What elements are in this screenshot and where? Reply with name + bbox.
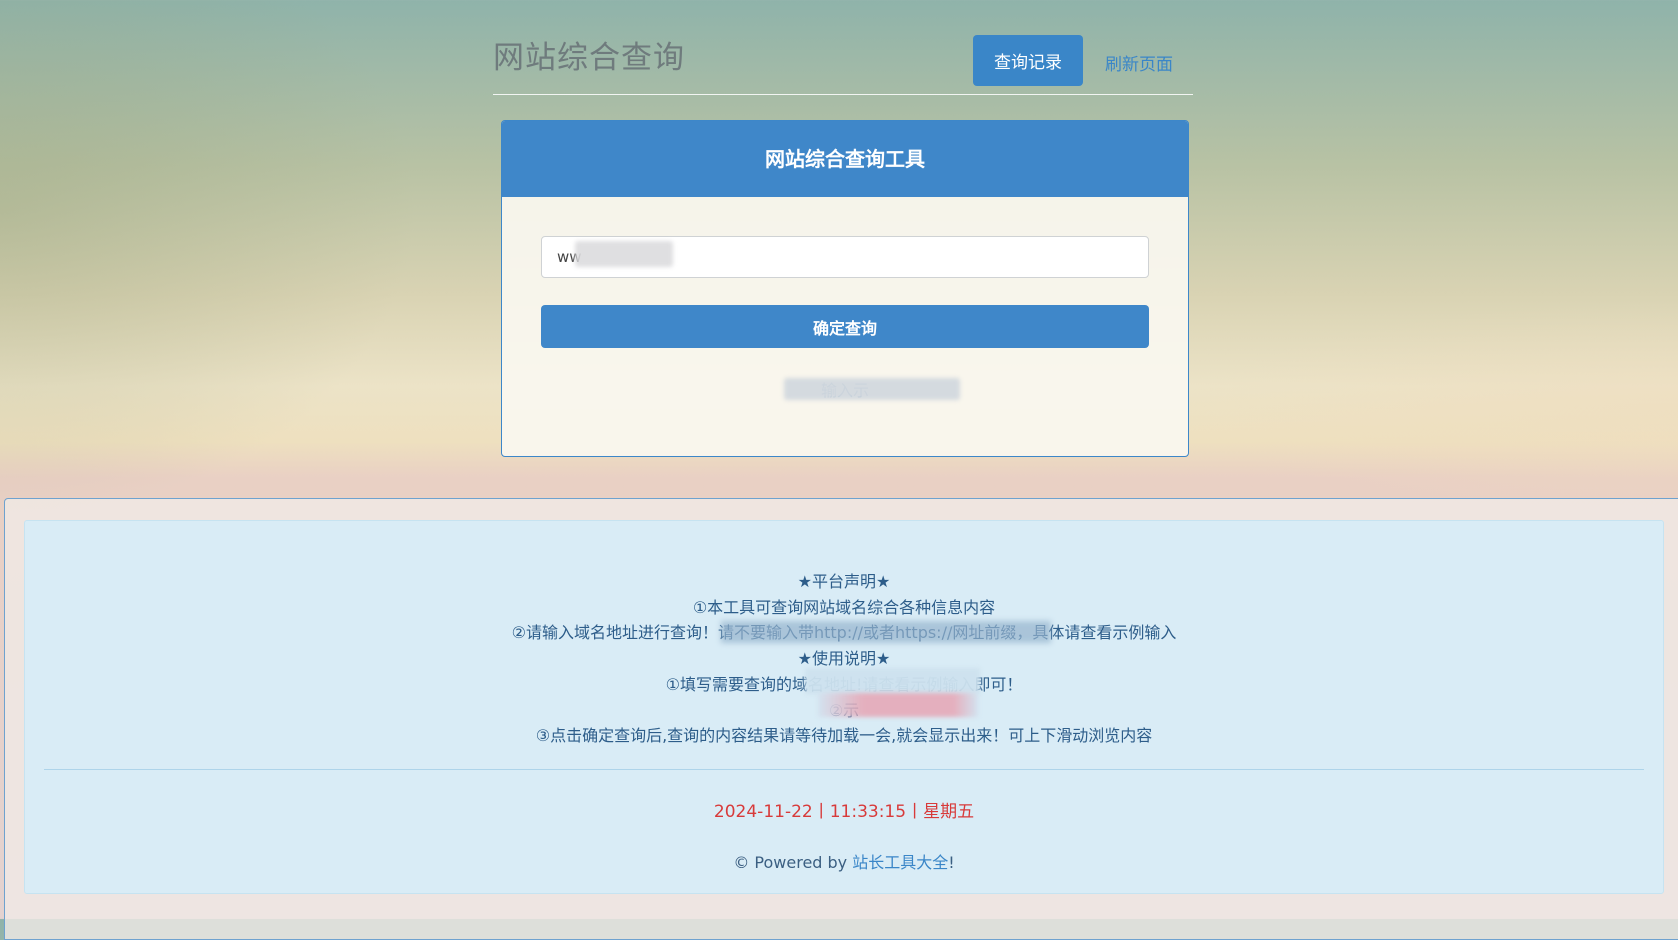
confirm-query-button[interactable]: 确定查询 [541, 305, 1149, 348]
powered-by: © Powered by 站长工具大全! [25, 849, 1663, 873]
powered-by-prefix: © Powered by [733, 853, 853, 872]
notice-box: ★平台声明★ ①本工具可查询网站域名综合各种信息内容 ②请输入域名地址进行查询！… [24, 520, 1664, 894]
redacted-notice-text [721, 621, 1051, 643]
background-shade [0, 0, 420, 520]
redacted-input-text [575, 241, 673, 267]
query-panel: 网站综合查询工具 确定查询 输入示 [501, 120, 1189, 457]
panel-heading: 网站综合查询工具 [502, 121, 1188, 197]
notice-text: ★平台声明★ ①本工具可查询网站域名综合各种信息内容 ②请输入域名地址进行查询！… [25, 569, 1663, 749]
current-datetime: 2024-11-22丨11:33:15丨星期五 [713, 802, 975, 822]
background-glow [1178, 300, 1678, 520]
footer-divider [44, 769, 1644, 770]
powered-by-suffix: ! [948, 853, 955, 872]
page-title: 网站综合查询 [493, 40, 685, 76]
query-records-button[interactable]: 查询记录 [973, 35, 1083, 86]
page-header: 网站综合查询 查询记录 刷新页面 [493, 30, 1193, 95]
refresh-page-link[interactable]: 刷新页面 [1105, 50, 1173, 75]
redacted-usage-text [805, 668, 980, 694]
powered-by-link[interactable]: 站长工具大全 [852, 853, 948, 872]
notice-line-1: ①本工具可查询网站域名综合各种信息内容 [692, 597, 996, 617]
notice-title: ★平台声明★ [797, 572, 891, 591]
usage-line-3: ③点击确定查询后,查询的内容结果请等待加载一会,就会显示出来！可上下滑动浏览内容 [535, 726, 1153, 746]
redacted-example-link [818, 693, 978, 717]
redacted-example-text [784, 378, 960, 400]
